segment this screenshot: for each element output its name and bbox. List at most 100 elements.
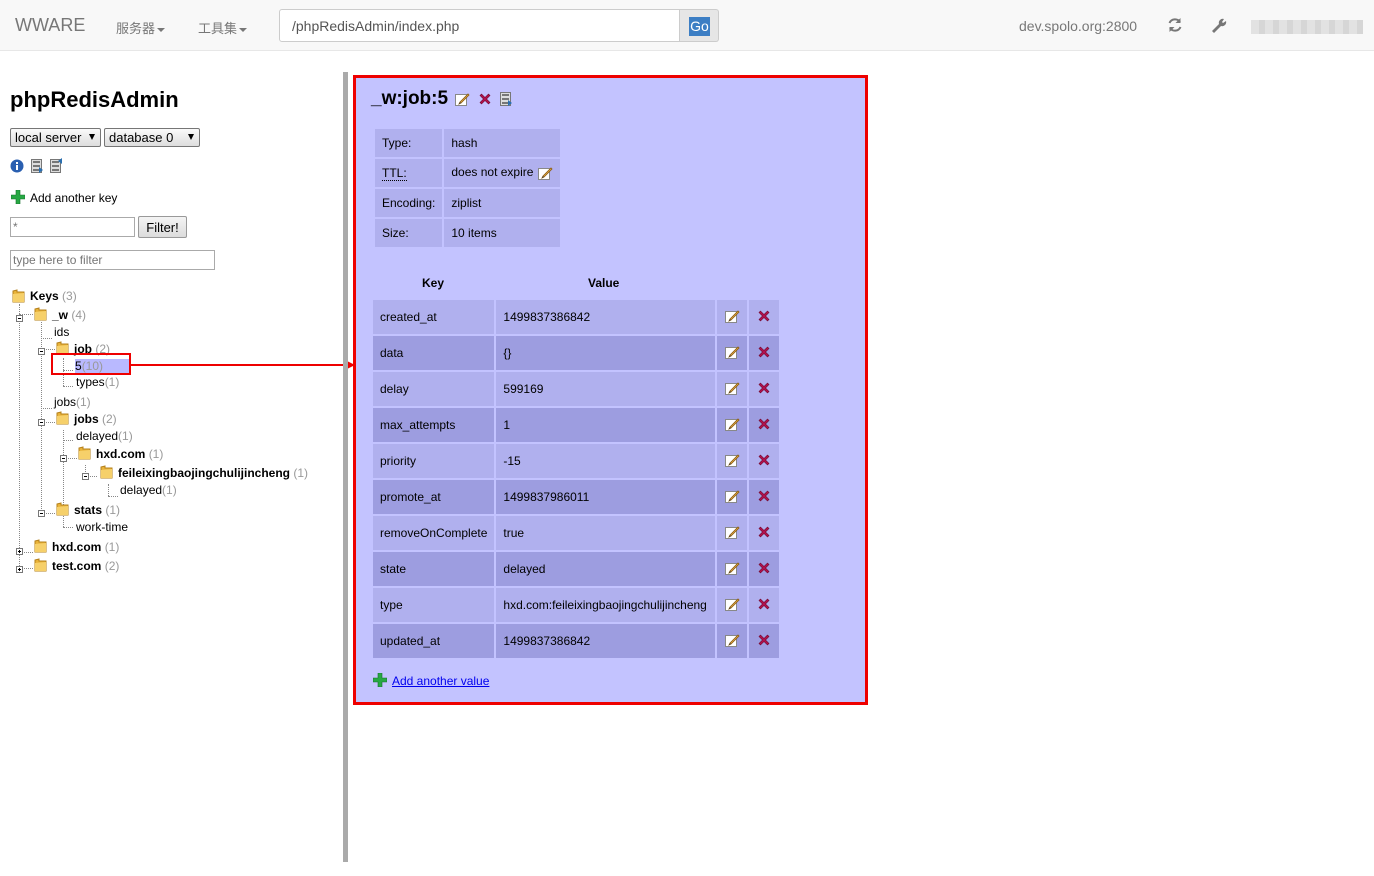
tree-node-types[interactable]: types(1) [76,375,119,389]
menu-tools-label: 工具集 [198,21,238,36]
go-button[interactable]: Go [689,17,710,36]
hash-value: 1499837386842 [496,300,716,334]
collapse-toggle-hxd-inner[interactable] [60,455,67,462]
edit-icon[interactable] [724,632,740,648]
edit-icon[interactable] [454,91,470,107]
delete-icon[interactable] [756,380,772,396]
delete-icon[interactable] [756,524,772,540]
tree-node-delayed-2[interactable]: delayed(1) [120,483,177,497]
collapse-toggle-job[interactable] [38,348,45,355]
delete-icon[interactable] [756,344,772,360]
tree-node-label: delayed [120,483,163,497]
hash-key: created_at [373,300,495,334]
delete-icon[interactable] [756,488,772,504]
filter-button[interactable]: Filter! [138,216,187,238]
tree-node-label: hxd.com [96,447,146,461]
url-input[interactable] [279,9,680,42]
export-icon[interactable] [499,91,513,107]
tree-node-keys[interactable]: Keys (3) [30,289,77,303]
tree-node-delayed[interactable]: delayed(1) [76,429,133,443]
delete-icon[interactable] [756,308,772,324]
edit-icon[interactable] [724,596,740,612]
import-icon[interactable] [49,158,63,174]
hash-value: true [496,516,716,550]
delete-icon[interactable] [756,452,772,468]
database-select[interactable]: database 0 [104,128,200,147]
menu-servers[interactable]: 服务器 [116,18,166,37]
edit-icon[interactable] [724,488,740,504]
delete-cell [749,372,780,406]
tree-node-feilei[interactable]: feileixingbaojingchulijincheng (1) [118,466,308,480]
menu-tools[interactable]: 工具集 [198,18,248,37]
delete-icon[interactable] [756,632,772,648]
collapse-toggle-feilei[interactable] [82,473,89,480]
tree-node-label: test.com [52,559,102,573]
edit-icon[interactable] [724,380,740,396]
info-label: TTL: [375,159,443,187]
frame-divider[interactable] [343,72,348,862]
tree-node-count: (1) [76,395,91,409]
plus-icon [373,673,387,687]
server-select[interactable]: local server [10,128,101,147]
tree-node-jobs[interactable]: jobs (2) [74,412,117,426]
edit-icon[interactable] [724,524,740,540]
folder-icon [56,502,69,516]
tree-node-label: _w [52,308,69,322]
wrench-icon[interactable] [1210,16,1228,34]
brand-logo[interactable]: WWARE [15,15,85,36]
user-menu-blurred[interactable] [1251,20,1363,34]
edit-icon[interactable] [724,344,740,360]
delete-icon[interactable] [756,416,772,432]
database-select-value: database 0 [109,130,174,145]
tree-node-hxd[interactable]: hxd.com (1) [52,540,119,554]
ttl-value: does not expire [451,165,534,180]
tree-node-stats[interactable]: stats (1) [74,503,120,517]
expand-toggle-hxd[interactable] [16,548,23,555]
hash-key: type [373,588,495,622]
dropdown-arrow-icon [188,134,194,140]
edit-icon[interactable] [724,560,740,576]
tree-node-hxd-inner[interactable]: hxd.com (1) [96,447,163,461]
edit-icon[interactable] [724,308,740,324]
refresh-icon[interactable] [1166,16,1184,34]
collapse-toggle-stats[interactable] [38,510,45,517]
server-select-value: local server [15,130,82,145]
expand-toggle-test[interactable] [16,566,23,573]
collapse-toggle-w[interactable] [16,315,23,322]
filter-input[interactable] [10,217,135,237]
info-value: hash [444,129,560,157]
hash-key: state [373,552,495,586]
edit-cell [717,480,748,514]
delete-cell [749,408,780,442]
type-filter-input[interactable] [10,250,215,270]
add-value-link[interactable]: Add another value [392,674,489,688]
tree-node-count: (1) [118,429,133,443]
info-value: does not expire [444,159,560,187]
hash-value: 1499837386842 [496,624,716,658]
edit-ttl-icon[interactable] [537,165,553,181]
info-icon[interactable] [10,158,24,174]
delete-cell [749,444,780,478]
edit-icon[interactable] [724,452,740,468]
delete-icon[interactable] [756,596,772,612]
hash-key: data [373,336,495,370]
collapse-toggle-jobs[interactable] [38,419,45,426]
tree-node-test[interactable]: test.com (2) [52,559,119,573]
app-title[interactable]: phpRedisAdmin [10,87,179,113]
table-row: delay 599169 [373,372,780,406]
tree-node-jobs-leaf[interactable]: jobs(1) [54,395,91,409]
tree-node-work-time[interactable]: work-time [76,520,128,534]
info-label: Size: [375,219,443,247]
tree-node-count: (1) [162,483,177,497]
folder-icon [34,539,47,553]
tree-node-w[interactable]: _w (4) [52,308,86,322]
folder-icon [100,465,113,479]
edit-icon[interactable] [724,416,740,432]
tree-node-ids[interactable]: ids [54,325,69,339]
export-icon[interactable] [30,158,44,174]
delete-icon[interactable] [477,91,493,107]
delete-icon[interactable] [756,560,772,576]
hash-value: {} [496,336,716,370]
table-row: max_attempts 1 [373,408,780,442]
host-label: dev.spolo.org:2800 [1019,18,1138,34]
